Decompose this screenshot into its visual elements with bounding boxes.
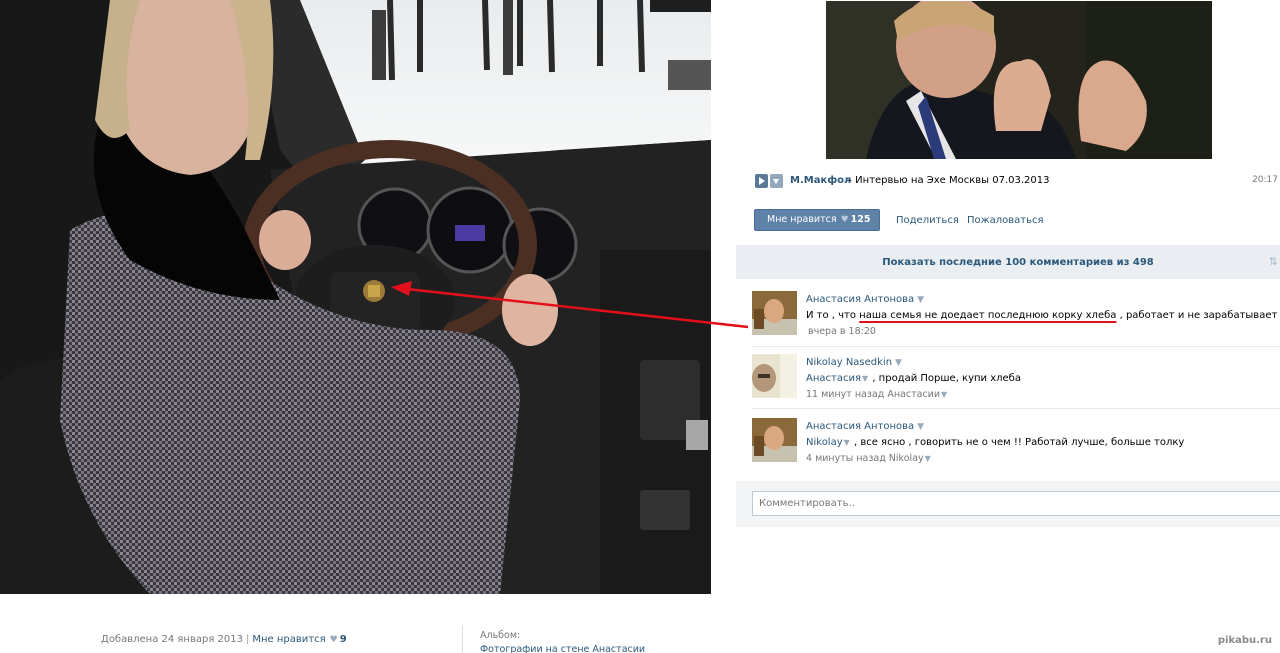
dropdown-icon[interactable]: ▼	[925, 454, 931, 463]
comment-author[interactable]: Nikolay Nasedkin	[806, 357, 892, 368]
dropdown-icon[interactable]: ▼	[895, 358, 902, 368]
meta-divider	[462, 626, 463, 653]
photo-added-date: Добавлена 24 января 2013	[101, 634, 243, 645]
avatar[interactable]	[752, 418, 797, 462]
comment-mention[interactable]: Nikolay	[806, 437, 843, 448]
comment-separator	[752, 346, 1280, 347]
show-more-comments-link[interactable]: Показать последние 100 комментариев из 4…	[736, 257, 1280, 268]
comment-time[interactable]: вчера в 18:20	[808, 326, 876, 337]
photo-like-link[interactable]: Мне нравится	[252, 634, 325, 645]
watermark: pikabu.ru	[1217, 635, 1272, 646]
album-label: Альбом:	[480, 630, 521, 641]
comment-item: Анастасия Антонова ▼ И то , что наша семь…	[752, 291, 1280, 346]
video-thumbnail-illustration	[826, 1, 1212, 159]
car-photo-illustration	[0, 0, 711, 594]
comment-text-body: , все ясно , говорить не о чем !! Работа…	[850, 437, 1185, 448]
video-info-row: М.Макфол – Интервью на Эхе Москвы 07.03.…	[755, 174, 1280, 190]
dropdown-icon[interactable]: ▼	[862, 374, 868, 383]
car-photo[interactable]	[0, 0, 711, 594]
comment-time[interactable]: 11 минут назад Анастасии	[806, 389, 940, 400]
avatar[interactable]	[752, 354, 797, 398]
play-icon[interactable]	[755, 174, 768, 188]
comment-text: Анастасия▼ , продай Порше, купи хлеба	[806, 373, 1021, 384]
comment-input[interactable]	[752, 491, 1280, 516]
dropdown-icon[interactable]: ▼	[844, 438, 850, 447]
video-title: – Интервью на Эхе Москвы 07.03.2013	[847, 175, 1050, 186]
photo-added-info: Добавлена 24 января 2013 | Мне нравится ♥ 9	[101, 634, 347, 645]
comment-form	[736, 481, 1280, 527]
comment-text-start: И то , что	[806, 310, 860, 321]
meta-separator: |	[245, 634, 250, 645]
show-more-comments-bar[interactable]: Показать последние 100 комментариев из 4…	[736, 245, 1280, 279]
comment-item: Анастасия Антонова ▼ Nikolay▼ , все ясно …	[752, 418, 1280, 468]
album-link[interactable]: Фотографии на стене Анастасии	[480, 644, 645, 653]
like-count: 125	[850, 214, 871, 225]
comment-time[interactable]: 4 минуты назад Nikolay	[806, 453, 924, 464]
comment-text: Nikolay▼ , все ясно , говорить не о чем …	[806, 437, 1184, 448]
dropdown-icon[interactable]: ▼	[917, 295, 924, 305]
dropdown-icon[interactable]: ▼	[941, 390, 947, 399]
avatar[interactable]	[752, 291, 797, 335]
video-time: 20:17	[1252, 175, 1278, 185]
comment-text-body: , продай Порше, купи хлеба	[869, 373, 1021, 384]
dropdown-icon[interactable]: ▼	[917, 422, 924, 432]
add-icon[interactable]	[770, 174, 783, 188]
heart-icon: ♥	[840, 215, 849, 225]
comment-author[interactable]: Анастасия Антонова	[806, 421, 914, 432]
heart-icon: ♥	[329, 635, 338, 645]
sort-icon[interactable]: ⇅	[1269, 255, 1278, 268]
comment-text-highlighted: наша семья не доедает последнюю корку хл…	[859, 310, 1117, 321]
comment-item: Nikolay Nasedkin ▼ Анастасия▼ , продай По…	[752, 354, 1280, 404]
like-button-label: Мне нравится	[767, 214, 837, 225]
photo-like-count: 9	[339, 634, 347, 645]
comment-author[interactable]: Анастасия Антонова	[806, 294, 914, 305]
comment-mention[interactable]: Анастасия	[806, 373, 861, 384]
video-artist-link[interactable]: М.Макфол	[790, 175, 851, 186]
report-link[interactable]: Пожаловаться	[967, 215, 1044, 226]
photo-meta-strip: Добавлена 24 января 2013 | Мне нравится ♥ 9 …	[0, 594, 711, 653]
comment-separator	[752, 408, 1280, 409]
like-button[interactable]: Мне нравится ♥ 125	[754, 209, 880, 231]
video-thumbnail[interactable]	[826, 1, 1212, 159]
share-link[interactable]: Поделиться	[896, 215, 959, 226]
comment-text: И то , что наша семья не доедает последн…	[806, 310, 1280, 321]
comment-text-end: , работает и не зарабатывает !!!	[1116, 310, 1280, 321]
